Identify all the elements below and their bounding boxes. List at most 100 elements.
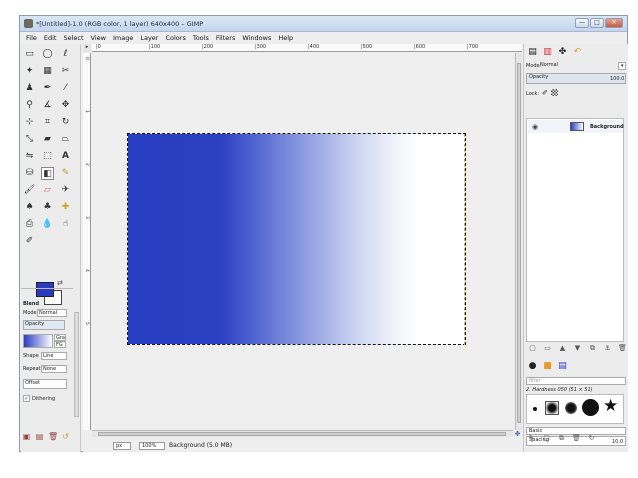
color-select-icon[interactable]: ▦ [41, 65, 54, 78]
menu-image[interactable]: Image [113, 33, 133, 43]
chevron-down-icon[interactable]: ▾ [618, 62, 626, 70]
layer-mode-select[interactable]: Normal [538, 62, 618, 70]
smudge-icon[interactable]: ☝ [59, 218, 72, 231]
delete-layer-icon[interactable]: 🗑 [618, 344, 627, 353]
canvas-horizontal-scrollbar[interactable] [92, 430, 513, 437]
dithering-checkbox[interactable]: ✓ [23, 395, 30, 402]
close-button[interactable]: ✕ [605, 18, 623, 28]
brush-item[interactable] [565, 402, 577, 414]
text-tool-icon[interactable]: A [59, 150, 72, 163]
image-canvas[interactable] [127, 133, 466, 345]
fuzzy-select-icon[interactable]: ✦ [23, 65, 36, 78]
horizontal-ruler[interactable]: |0 |100 |200 |300 |400 |500 |600 |700 [92, 44, 522, 52]
delete-brush-icon[interactable]: 🗑 [572, 434, 581, 443]
brush-item-selected[interactable] [545, 401, 559, 415]
shear-icon[interactable]: ▰ [41, 133, 54, 146]
swap-colors-icon[interactable]: ⇄ [57, 279, 63, 287]
save-options-icon[interactable]: ▣ [22, 432, 31, 441]
cage-transform-icon[interactable]: ⬚ [41, 150, 54, 163]
raise-layer-icon[interactable]: ▲ [558, 344, 567, 353]
new-layer-group-icon[interactable]: ▭ [543, 344, 552, 353]
brush-item[interactable] [582, 399, 599, 416]
menu-filters[interactable]: Filters [216, 33, 235, 43]
blend-tool-icon[interactable]: ◧ [41, 167, 54, 180]
repeat-select[interactable]: None [41, 365, 67, 373]
ink-icon[interactable]: ♠ [23, 201, 36, 214]
gradients-tab-icon[interactable]: ▤ [556, 360, 569, 373]
lower-layer-icon[interactable]: ▼ [573, 344, 582, 353]
new-layer-icon[interactable]: ▢ [528, 344, 537, 353]
tool-options-scrollbar[interactable] [74, 312, 79, 417]
crop-icon[interactable]: ⌗ [41, 116, 54, 129]
align-icon[interactable]: ⊹ [23, 116, 36, 129]
pencil-icon[interactable]: ✎ [59, 167, 72, 180]
refresh-brushes-icon[interactable]: ↻ [587, 434, 596, 443]
bucket-fill-icon[interactable]: ⛁ [23, 167, 36, 180]
airbrush-icon[interactable]: ✈ [59, 184, 72, 197]
menu-file[interactable]: File [26, 33, 37, 43]
visibility-eye-icon[interactable]: ◉ [532, 123, 538, 131]
duplicate-layer-icon[interactable]: ⧉ [588, 344, 597, 353]
menu-colors[interactable]: Colors [165, 33, 185, 43]
canvas-vertical-scrollbar[interactable] [515, 53, 522, 430]
mode-select[interactable]: Normal [37, 309, 67, 317]
lock-alpha-icon[interactable] [551, 89, 558, 96]
eraser-icon[interactable]: ▱ [41, 184, 54, 197]
heal-icon[interactable]: ✚ [59, 201, 72, 214]
color-picker-icon[interactable]: ⁄ [59, 82, 72, 95]
free-select-icon[interactable]: ℓ [59, 48, 72, 61]
rotate-icon[interactable]: ↻ [59, 116, 72, 129]
lock-pixels-icon[interactable]: ✐ [542, 89, 548, 97]
blur-icon[interactable]: 💧 [41, 218, 54, 231]
menu-layer[interactable]: Layer [140, 33, 158, 43]
edit-brush-icon[interactable]: ✎ [527, 434, 536, 443]
foreground-select-icon[interactable]: ♟ [23, 82, 36, 95]
paths-tab-icon[interactable]: ✤ [556, 46, 569, 59]
menu-tools[interactable]: Tools [193, 33, 209, 43]
duplicate-brush-icon[interactable]: ⧉ [557, 434, 566, 443]
star-brush-icon[interactable]: ★ [603, 396, 618, 416]
zoom-select[interactable]: 100% [139, 442, 165, 450]
scale-icon[interactable]: ⤡ [23, 133, 36, 146]
layer-item[interactable]: ◉ Background [528, 120, 624, 133]
gradient-name[interactable]: Gra [54, 334, 66, 341]
delete-options-icon[interactable]: 🗑 [48, 432, 58, 441]
paths-icon[interactable]: ✒ [41, 82, 54, 95]
gradient-preview[interactable] [23, 334, 53, 348]
ruler-corner[interactable]: ▸ [83, 44, 91, 52]
offset-slider[interactable]: Offset [23, 379, 67, 389]
unit-select[interactable]: px [113, 442, 131, 450]
maximize-button[interactable]: □ [590, 18, 604, 28]
scrollbar-thumb[interactable] [98, 432, 506, 436]
channels-tab-icon[interactable]: ▥ [541, 46, 554, 59]
menu-edit[interactable]: Edit [44, 33, 57, 43]
zoom-icon[interactable]: ⚲ [23, 99, 36, 112]
scissors-icon[interactable]: ✂ [59, 65, 72, 78]
clone-icon[interactable]: ♣ [41, 201, 54, 214]
menu-select[interactable]: Select [63, 33, 83, 43]
menu-view[interactable]: View [91, 33, 106, 43]
brush-filter-input[interactable]: filter [526, 377, 626, 385]
flip-icon[interactable]: ⇋ [23, 150, 36, 163]
dodge-burn-icon[interactable]: ✐ [23, 235, 36, 248]
ellipse-select-icon[interactable]: ◯ [41, 48, 54, 61]
brush-item[interactable] [533, 407, 537, 411]
scrollbar-thumb[interactable] [517, 63, 521, 423]
rect-select-icon[interactable]: ▭ [23, 48, 36, 61]
restore-options-icon[interactable]: ▤ [35, 432, 44, 441]
move-icon[interactable]: ✥ [59, 99, 72, 112]
patterns-tab-icon[interactable]: ■ [541, 360, 554, 373]
gradient-mode[interactable]: FG [54, 341, 66, 348]
minimize-button[interactable]: — [575, 18, 589, 28]
menu-windows[interactable]: Windows [242, 33, 271, 43]
reset-options-icon[interactable]: ↺ [61, 432, 70, 441]
opacity-slider[interactable]: Opacity [23, 320, 65, 330]
anchor-layer-icon[interactable]: ⚓ [603, 344, 612, 353]
perspective-icon[interactable]: ⏢ [59, 133, 72, 146]
undo-tab-icon[interactable]: ↶ [571, 46, 584, 59]
menu-help[interactable]: Help [278, 33, 293, 43]
measure-icon[interactable]: ∡ [41, 99, 54, 112]
new-brush-icon[interactable]: ▢ [542, 434, 551, 443]
vertical-ruler[interactable]: 0 1 2 3 4 5 [83, 53, 91, 430]
layers-tab-icon[interactable]: ▤ [526, 46, 539, 59]
